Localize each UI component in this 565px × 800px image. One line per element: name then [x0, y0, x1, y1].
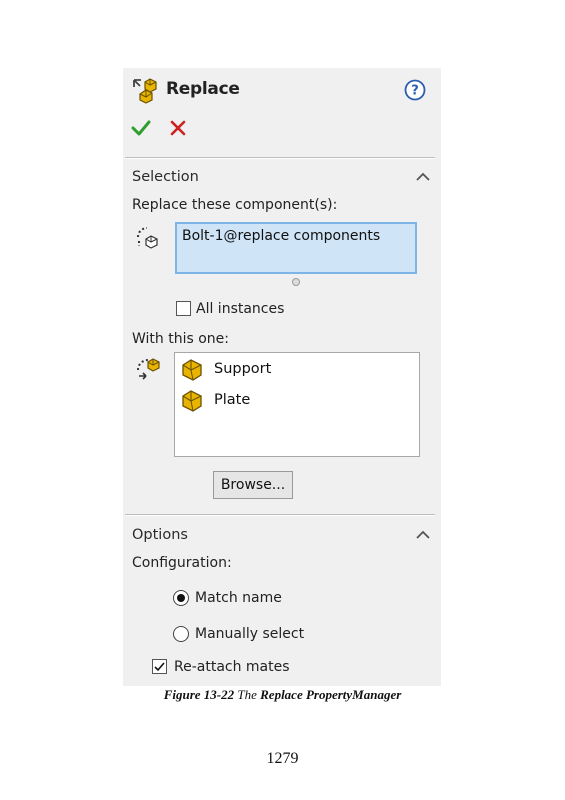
selected-component-item[interactable]: Bolt-1@replace components: [182, 228, 380, 244]
with-this-one-label: With this one:: [132, 331, 230, 347]
ok-checkmark-icon[interactable]: [131, 118, 151, 138]
configuration-label: Configuration:: [132, 555, 232, 571]
page-number: 1279: [266, 750, 299, 767]
list-item-label: Support: [214, 361, 272, 377]
all-instances-checkbox[interactable]: [176, 301, 191, 316]
replacement-component-icon: [137, 358, 160, 380]
list-item-label: Plate: [214, 392, 251, 408]
match-name-radio[interactable]: [173, 590, 189, 606]
chevron-up-icon[interactable]: [415, 172, 431, 182]
match-name-label: Match name: [195, 590, 282, 606]
reattach-mates-label: Re-attach mates: [174, 659, 290, 675]
resize-handle[interactable]: [292, 278, 300, 286]
divider: [125, 157, 435, 159]
part-icon: [182, 390, 202, 412]
checkmark-icon: [154, 662, 165, 672]
chevron-up-icon[interactable]: [415, 530, 431, 540]
component-selection-icon: [137, 227, 158, 249]
all-instances-label: All instances: [196, 301, 285, 317]
replace-components-label: Replace these component(s):: [132, 197, 338, 213]
manually-select-label: Manually select: [195, 626, 305, 642]
caption-article: The: [237, 687, 257, 702]
replace-components-listbox[interactable]: Bolt-1@replace components: [175, 222, 417, 274]
replace-property-manager: Replace ? Selection Replace these compon…: [123, 68, 441, 686]
cancel-x-icon[interactable]: [170, 120, 186, 136]
selection-section-title: Selection: [132, 169, 199, 185]
divider: [125, 514, 435, 516]
figure-caption: Figure 13-22 The Replace PropertyManager: [0, 687, 565, 703]
svg-text:?: ?: [411, 84, 419, 99]
reattach-mates-checkbox[interactable]: [152, 659, 167, 674]
browse-button[interactable]: Browse...: [213, 471, 293, 499]
manually-select-radio[interactable]: [173, 626, 189, 642]
caption-name: Replace PropertyManager: [260, 687, 402, 702]
replace-components-icon: [133, 78, 157, 104]
replacement-components-listbox[interactable]: Support Plate: [174, 352, 420, 457]
help-icon[interactable]: ?: [404, 79, 426, 101]
options-section-title: Options: [132, 527, 188, 543]
figure-number: Figure 13-22: [163, 687, 235, 702]
property-manager-title: Replace: [166, 79, 240, 99]
part-icon: [182, 359, 202, 381]
